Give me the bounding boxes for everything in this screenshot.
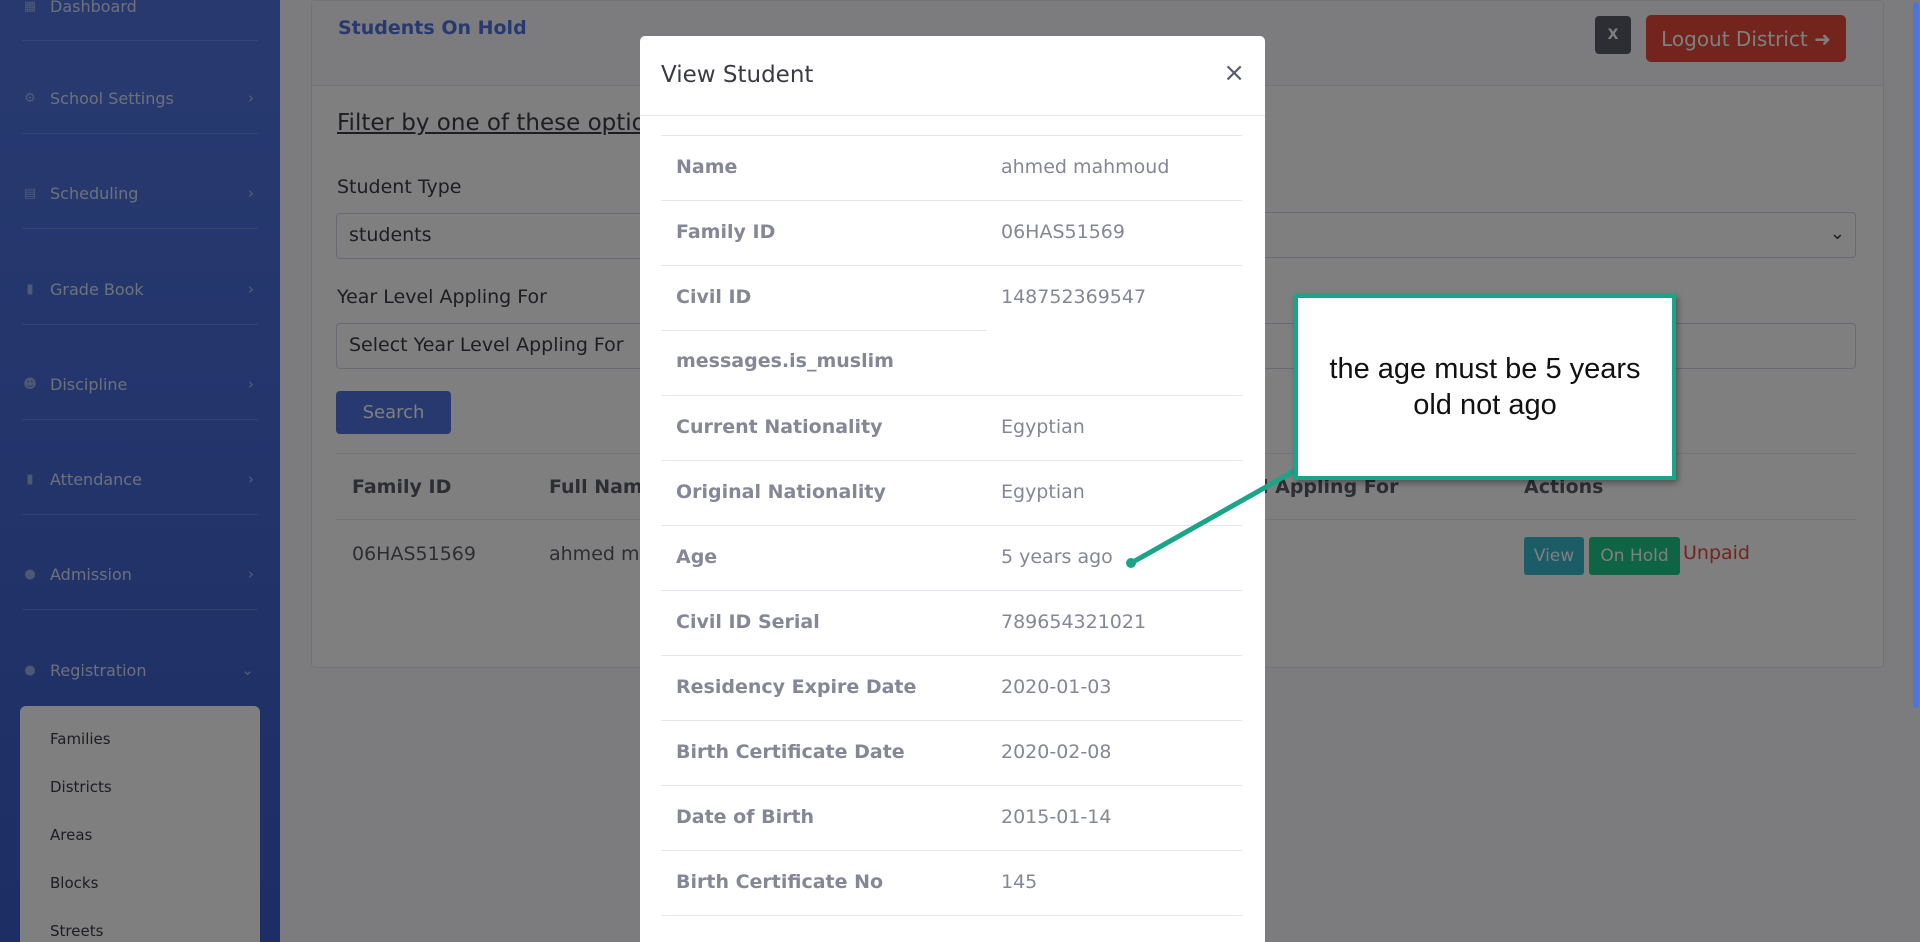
detail-key: Civil ID Serial <box>676 611 820 633</box>
detail-row-original-nationality: Original Nationality Egyptian <box>661 460 1242 525</box>
detail-value: 2020-02-08 <box>1001 741 1112 763</box>
close-icon[interactable]: × <box>1223 58 1245 88</box>
detail-row-name: Name ahmed mahmoud <box>661 135 1242 200</box>
detail-row-border <box>661 915 1242 942</box>
detail-row-residency-expire-date: Residency Expire Date 2020-01-03 <box>661 655 1242 720</box>
detail-key: Residency Expire Date <box>676 676 917 698</box>
detail-key: messages.is_muslim <box>676 350 894 372</box>
detail-value: 789654321021 <box>1001 611 1147 633</box>
detail-value: 145 <box>1001 871 1038 893</box>
detail-value: 2015-01-14 <box>1001 806 1112 828</box>
detail-key: Original Nationality <box>676 481 886 503</box>
detail-key: Family ID <box>676 221 776 243</box>
detail-key: Date of Birth <box>676 806 815 828</box>
detail-row-birth-certificate-date: Birth Certificate Date 2020-02-08 <box>661 720 1242 785</box>
page-scrollbar[interactable] <box>1911 0 1920 942</box>
detail-value: 5 years ago <box>1001 546 1113 568</box>
detail-value: 2020-01-03 <box>1001 676 1112 698</box>
detail-row-current-nationality: Current Nationality Egyptian <box>661 395 1242 460</box>
detail-key: Name <box>676 156 738 178</box>
detail-row-civil-id-serial: Civil ID Serial 789654321021 <box>661 590 1242 655</box>
detail-key: Age <box>676 546 718 568</box>
detail-key: Civil ID <box>676 286 752 308</box>
detail-value: ahmed mahmoud <box>1001 156 1170 178</box>
detail-row-is-muslim: messages.is_muslim <box>661 330 1242 395</box>
annotation-callout: the age must be 5 years old not ago <box>1294 294 1676 480</box>
detail-row-date-of-birth: Date of Birth 2015-01-14 <box>661 785 1242 850</box>
detail-value: 06HAS51569 <box>1001 221 1125 243</box>
modal-title: View Student <box>661 62 814 88</box>
detail-value: 148752369547 <box>1001 286 1147 308</box>
detail-row-family-id: Family ID 06HAS51569 <box>661 200 1242 265</box>
view-student-modal: View Student × Name ahmed mahmoud Family… <box>640 36 1265 942</box>
detail-row-birth-certificate-no: Birth Certificate No 145 <box>661 850 1242 915</box>
detail-row-age: Age 5 years ago <box>661 525 1242 590</box>
scrollbar-thumb[interactable] <box>1913 2 1919 708</box>
detail-value: Egyptian <box>1001 481 1085 503</box>
detail-value: Egyptian <box>1001 416 1085 438</box>
detail-key: Current Nationality <box>676 416 883 438</box>
detail-row-civil-id: Civil ID 148752369547 <box>661 265 1242 330</box>
detail-key: Birth Certificate No <box>676 871 884 893</box>
modal-header: View Student × <box>640 36 1265 116</box>
detail-key: Birth Certificate Date <box>676 741 905 763</box>
annotation-text: the age must be 5 years old not ago <box>1329 352 1641 421</box>
